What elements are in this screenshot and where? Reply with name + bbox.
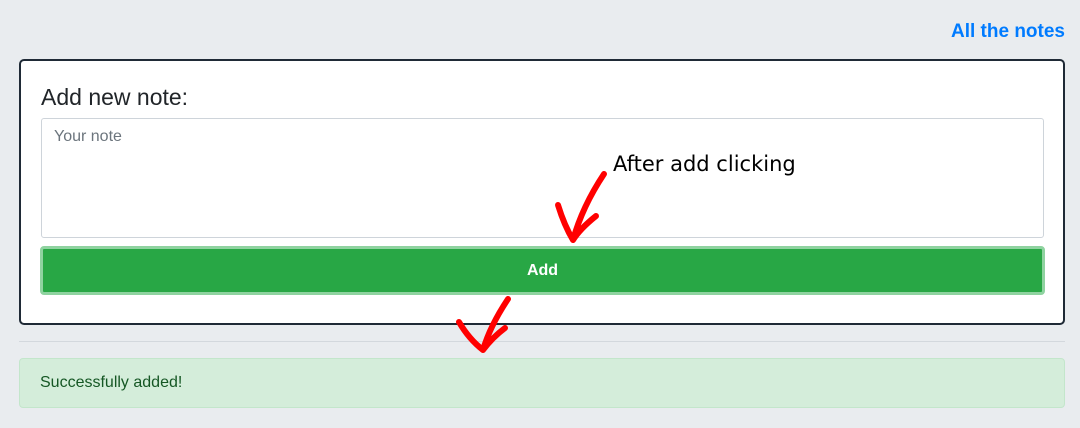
annotation-text: After add clicking bbox=[613, 152, 796, 176]
divider bbox=[19, 341, 1065, 342]
add-button[interactable]: Add bbox=[40, 246, 1045, 295]
note-textarea[interactable] bbox=[41, 118, 1044, 238]
success-alert: Successfully added! bbox=[19, 358, 1065, 408]
add-note-title: Add new note: bbox=[41, 84, 189, 110]
all-notes-link[interactable]: All the notes bbox=[951, 21, 1065, 43]
add-note-card: Add new note: Add bbox=[19, 59, 1065, 325]
